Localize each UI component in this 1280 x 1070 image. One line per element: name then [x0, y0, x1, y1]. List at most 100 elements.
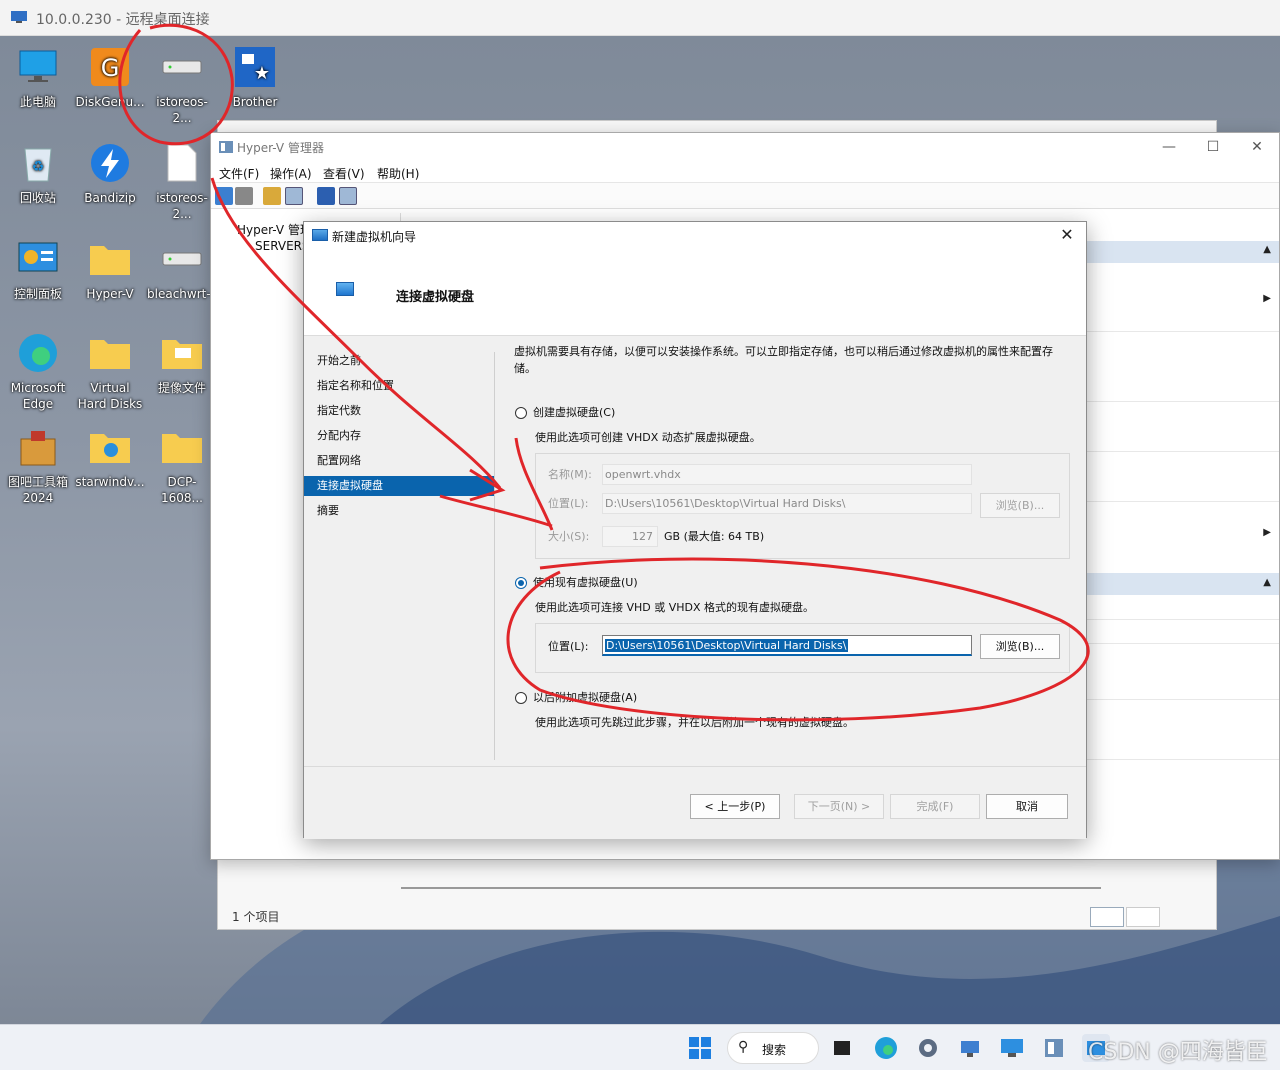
diskgenius-icon: G [87, 44, 133, 90]
browse-button-disabled[interactable]: 浏览(B)... [980, 493, 1060, 518]
cancel-button[interactable]: 取消 [986, 794, 1068, 819]
menu-view[interactable]: 查看(V) [323, 165, 365, 182]
desktop-icon-istoreos-2[interactable]: istoreos-2... [147, 140, 217, 222]
actions-header-2[interactable] [1086, 573, 1279, 595]
help-icon[interactable] [317, 187, 335, 205]
name-field[interactable]: openwrt.vhdx [602, 464, 972, 485]
desktop-icon-starwind[interactable]: starwindv... [75, 424, 145, 490]
existing-disk-group: 位置(L): D:\Users\10561\Desktop\Virtual Ha… [535, 623, 1070, 673]
size-unit: GB (最大值: 64 TB) [664, 530, 765, 543]
rdp-title-bar: 10.0.0.230 - 远程桌面连接 [0, 0, 1280, 36]
desktop-icon-recycle-bin[interactable]: ♻ 回收站 [3, 140, 73, 206]
actions-header-1[interactable] [1086, 241, 1279, 263]
folder-icon [87, 236, 133, 282]
close-icon[interactable]: ✕ [1056, 225, 1078, 245]
step-generation[interactable]: 指定代数 [304, 401, 494, 421]
expand-arrow-icon[interactable]: ▶ [1263, 293, 1271, 304]
settings-icon[interactable] [914, 1034, 942, 1062]
horizontal-scrollbar[interactable] [401, 887, 1101, 889]
option-existing-label[interactable]: 使用现有虚拟硬盘(U) [533, 574, 638, 591]
option-existing-desc: 使用此选项可连接 VHD 或 VHDX 格式的现有虚拟硬盘。 [535, 601, 815, 614]
start-icon[interactable] [686, 1034, 714, 1062]
desktop-icon-brother[interactable]: ★ Brother [220, 44, 290, 110]
step-summary[interactable]: 摘要 [304, 501, 494, 521]
radio-create-disk[interactable] [515, 407, 527, 419]
wizard-title-bar: 新建虚拟机向导 ✕ [304, 222, 1086, 248]
disk-drive-icon [159, 236, 205, 282]
file-icon [159, 140, 205, 186]
collapse-icon[interactable]: ▲ [1263, 577, 1271, 588]
desktop-icon-bleachwrt[interactable]: bleachwrt-... [147, 236, 222, 302]
item-count: 1 个项目 [232, 910, 280, 924]
browse-button[interactable]: 浏览(B)... [980, 634, 1060, 659]
search-icon: ⚲ [738, 1039, 749, 1055]
location-label: 位置(L): [548, 640, 589, 653]
collapse-icon[interactable]: ▲ [1263, 244, 1271, 255]
show-hide-tree-icon[interactable] [285, 187, 303, 205]
option-later-desc: 使用此选项可先跳过此步骤，并在以后附加一个现有的虚拟硬盘。 [535, 716, 854, 729]
taskbar-search[interactable]: ⚲ 搜索 [727, 1032, 819, 1064]
step-connect-disk[interactable]: 连接虚拟硬盘 [304, 476, 494, 496]
minimize-button[interactable]: — [1147, 135, 1191, 159]
hyperv-title: Hyper-V 管理器 [237, 141, 324, 155]
tree-root[interactable]: Hyper-V 管理 [237, 221, 312, 238]
svg-text:G: G [101, 54, 120, 82]
expand-arrow-icon[interactable]: ▶ [1263, 527, 1271, 538]
size-field[interactable]: 127 [602, 526, 658, 547]
desktop-icon-diskgenius[interactable]: G DiskGenu... [75, 44, 145, 110]
step-before-you-begin[interactable]: 开始之前 [304, 351, 494, 371]
details-view-button[interactable] [1090, 907, 1124, 927]
remote-desktop-icon[interactable] [998, 1034, 1026, 1062]
task-view-icon[interactable] [828, 1034, 856, 1062]
back-icon[interactable] [215, 187, 233, 205]
desktop-icon-istoreos-1[interactable]: istoreos-2... [147, 44, 217, 126]
desktop-icon-virtual-hard-disks[interactable]: Virtual Hard Disks [75, 330, 145, 412]
desktop-icon-hyperv-folder[interactable]: Hyper-V [75, 236, 145, 302]
desktop-icon-image-files[interactable]: 提像文件 [147, 330, 217, 396]
option-create-label[interactable]: 创建虚拟硬盘(C) [533, 404, 615, 421]
radio-attach-later[interactable] [515, 692, 527, 704]
next-button[interactable]: 下一页(N) > [794, 794, 884, 819]
previous-button[interactable]: < 上一步(P) [690, 794, 780, 819]
existing-location-input[interactable]: D:\Users\10561\Desktop\Virtual Hard Disk… [602, 635, 972, 656]
hyperv-title-bar: Hyper-V 管理器 — ☐ ✕ [211, 133, 1279, 161]
network-icon[interactable] [956, 1034, 984, 1062]
desktop-icon-control-panel[interactable]: 控制面板 [3, 236, 73, 302]
rdp-title: 10.0.0.230 - 远程桌面连接 [36, 12, 210, 28]
radio-use-existing[interactable] [515, 577, 527, 589]
desktop-icon-tuba-toolbox[interactable]: 图吧工具箱 2024 [3, 424, 73, 506]
edge-icon[interactable] [872, 1034, 900, 1062]
menu-help[interactable]: 帮助(H) [377, 165, 419, 182]
forward-icon[interactable] [235, 187, 253, 205]
wizard-header: 连接虚拟硬盘 [304, 248, 1086, 336]
desktop-icon-edge[interactable]: Microsoft Edge [3, 330, 73, 412]
wizard-title: 新建虚拟机向导 [332, 230, 417, 244]
hyperv-taskbar-icon[interactable] [1040, 1034, 1068, 1062]
tiles-view-button[interactable] [1126, 907, 1160, 927]
desktop-icon-this-pc[interactable]: 此电脑 [3, 44, 73, 110]
menu-file[interactable]: 文件(F) [219, 165, 259, 182]
folder-icon [87, 330, 133, 376]
close-button[interactable]: ✕ [1235, 135, 1279, 159]
finish-button[interactable]: 完成(F) [890, 794, 980, 819]
action-pane-icon[interactable] [339, 187, 357, 205]
name-label: 名称(M): [548, 468, 592, 481]
folder-icon [159, 330, 205, 376]
wizard-content: 虚拟机需要具有存储，以便可以安装操作系统。可以立即指定存储，也可以稍后通过修改虚… [513, 336, 1073, 756]
desktop-icon-dcp[interactable]: DCP-1608... [147, 424, 217, 506]
step-memory[interactable]: 分配内存 [304, 426, 494, 446]
maximize-button[interactable]: ☐ [1191, 135, 1235, 159]
location-field-disabled[interactable]: D:\Users\10561\Desktop\Virtual Hard Disk… [602, 493, 972, 514]
new-vm-wizard: 新建虚拟机向导 ✕ 连接虚拟硬盘 开始之前 指定名称和位置 指定代数 分配内存 … [303, 221, 1087, 839]
option-later-label[interactable]: 以后附加虚拟硬盘(A) [533, 689, 637, 706]
menu-action[interactable]: 操作(A) [270, 165, 312, 182]
tree-server[interactable]: SERVERS [255, 239, 310, 253]
up-folder-icon[interactable] [263, 187, 281, 205]
bandizip-icon [87, 140, 133, 186]
svg-text:★: ★ [254, 63, 270, 84]
step-network[interactable]: 配置网络 [304, 451, 494, 471]
create-disk-group: 名称(M): openwrt.vhdx 位置(L): D:\Users\1056… [535, 453, 1070, 559]
svg-text:♻: ♻ [32, 159, 45, 175]
step-name-location[interactable]: 指定名称和位置 [304, 376, 494, 396]
desktop-icon-bandizip[interactable]: Bandizip [75, 140, 145, 206]
